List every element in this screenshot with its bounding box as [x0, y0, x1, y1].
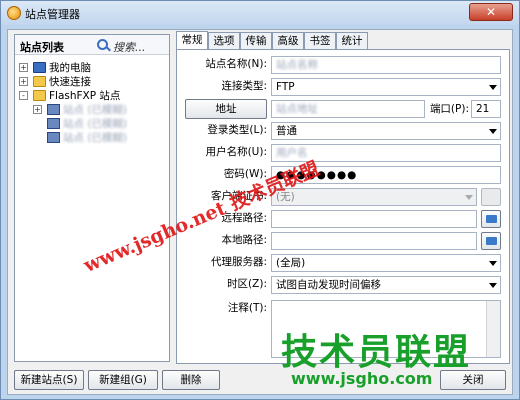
- dropdown-arrow-icon: [489, 283, 497, 288]
- connection-type-label: 连接类型:: [221, 80, 267, 92]
- folder-icon: [33, 76, 46, 87]
- computer-icon: [33, 62, 46, 73]
- site-list-header: 站点列表 搜索...: [15, 35, 169, 55]
- notes-scrollbar[interactable]: [486, 301, 500, 357]
- tree-node-label: 我的电脑: [49, 62, 91, 74]
- expand-icon[interactable]: +: [19, 63, 28, 72]
- site-list-title: 站点列表: [20, 41, 64, 54]
- watermark-logo: 技术员联盟: [281, 332, 472, 373]
- tree-node-site[interactable]: + 站点 (已模糊): [33, 103, 167, 117]
- tree-node-site[interactable]: 站点 (已模糊): [33, 131, 167, 145]
- remote-folder-icon[interactable]: [481, 210, 501, 228]
- port-label: 端口(P):: [429, 103, 469, 115]
- tree-node-my-computer[interactable]: + 我的电脑: [19, 61, 167, 75]
- delete-button[interactable]: 删除: [162, 370, 220, 390]
- address-value: 站点地址: [276, 103, 318, 115]
- remote-path-input[interactable]: [271, 210, 477, 228]
- site-list-panel: 站点列表 搜索... + 我的电脑 + 快速连接 - FlashFXP 站点 +…: [14, 34, 170, 362]
- username-label: 用户名称(U):: [205, 146, 267, 158]
- search-icon[interactable]: [97, 39, 108, 50]
- tree-node-site[interactable]: 站点 (已模糊): [33, 117, 167, 131]
- tree-node-label: 站点 (已模糊): [63, 104, 128, 116]
- site-name-label: 站点名称(N):: [205, 58, 267, 70]
- server-icon: [47, 104, 60, 115]
- watermark-url: www.jsgho.com: [291, 369, 433, 388]
- server-icon: [47, 132, 60, 143]
- site-name-input[interactable]: 站点名称: [271, 56, 501, 74]
- window-title: 站点管理器: [25, 8, 80, 21]
- proxy-value: (全局): [276, 257, 306, 269]
- tree-node-label: 站点 (已模糊): [63, 132, 128, 144]
- tree-node-label: 快速连接: [49, 76, 91, 88]
- site-name-value: 站点名称: [276, 59, 318, 71]
- collapse-icon[interactable]: -: [19, 91, 28, 100]
- local-path-input[interactable]: [271, 232, 477, 250]
- dropdown-arrow-icon: [489, 85, 497, 90]
- folder-icon: [33, 90, 46, 101]
- timezone-select[interactable]: 试图自动发现时间偏移: [271, 276, 501, 294]
- notes-label: 注释(T):: [227, 302, 267, 314]
- cert-button[interactable]: [481, 188, 501, 206]
- new-group-button[interactable]: 新建组(G): [88, 370, 158, 390]
- server-icon: [47, 118, 60, 129]
- site-manager-window: 站点管理器 ✕ 站点列表 搜索... + 我的电脑 + 快速连接 - Flash…: [0, 0, 520, 400]
- tab-transfer[interactable]: 传输: [240, 32, 272, 50]
- dropdown-arrow-icon: [489, 129, 497, 134]
- tree-node-quick-connect[interactable]: + 快速连接: [19, 75, 167, 89]
- tab-options[interactable]: 选项: [208, 32, 240, 50]
- login-type-label: 登录类型(L):: [207, 124, 267, 136]
- dropdown-arrow-icon: [465, 195, 473, 200]
- login-type-select[interactable]: 普通: [271, 122, 501, 140]
- proxy-label: 代理服务器:: [210, 256, 267, 268]
- title-bar[interactable]: 站点管理器 ✕: [1, 1, 519, 25]
- new-site-button[interactable]: 新建站点(S): [14, 370, 84, 390]
- expand-icon[interactable]: +: [19, 77, 28, 86]
- expand-icon[interactable]: +: [33, 105, 42, 114]
- tree-node-flashfxp-sites[interactable]: - FlashFXP 站点: [19, 89, 167, 103]
- port-input[interactable]: 21: [471, 100, 501, 118]
- connection-type-value: FTP: [276, 81, 295, 93]
- proxy-select[interactable]: (全局): [271, 254, 501, 272]
- local-folder-icon[interactable]: [481, 232, 501, 250]
- tree-node-label: 站点 (已模糊): [63, 118, 128, 130]
- timezone-value: 试图自动发现时间偏移: [276, 279, 381, 291]
- tab-advanced[interactable]: 高级: [272, 32, 304, 50]
- search-input[interactable]: 搜索...: [113, 39, 146, 55]
- dropdown-arrow-icon: [489, 261, 497, 266]
- app-icon: [7, 6, 21, 20]
- connection-type-select[interactable]: FTP: [271, 78, 501, 96]
- client-cert-select[interactable]: (无): [271, 188, 477, 206]
- timezone-label: 时区(Z):: [227, 278, 267, 290]
- tab-general[interactable]: 常规: [176, 31, 208, 50]
- tree-node-label: FlashFXP 站点: [49, 90, 121, 102]
- tab-bookmarks[interactable]: 书签: [304, 32, 336, 50]
- login-type-value: 普通: [276, 125, 297, 137]
- close-icon[interactable]: ✕: [469, 3, 513, 21]
- tab-statistics[interactable]: 统计: [336, 32, 368, 50]
- address-button[interactable]: 地址: [185, 99, 267, 119]
